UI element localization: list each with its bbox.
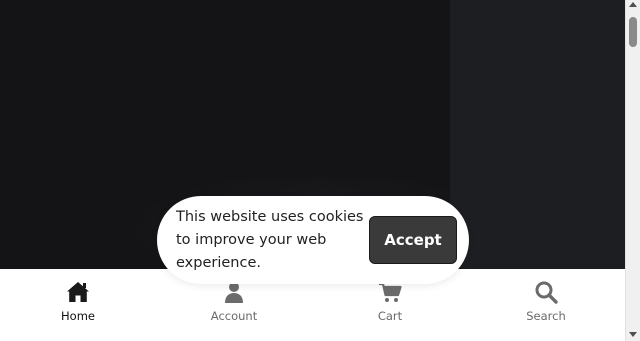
nav-item-search[interactable]: Search [486,279,606,331]
nav-item-home[interactable]: Home [18,279,138,331]
home-icon [67,282,89,302]
vertical-scrollbar[interactable] [625,0,640,341]
scrollbar-thumb[interactable] [629,17,637,47]
nav-label-account: Account [210,309,258,323]
nav-label-search: Search [526,309,566,323]
accept-cookies-button[interactable]: Accept [369,216,457,264]
nav-label-home: Home [61,309,95,323]
scroll-down-arrow-icon[interactable] [629,332,637,337]
scroll-up-arrow-icon[interactable] [629,2,637,7]
nav-label-cart: Cart [377,309,403,323]
cookie-banner: This website uses cookies to improve you… [157,196,469,284]
nav-item-account[interactable]: Account [174,279,294,331]
search-icon [535,281,558,304]
nav-item-cart[interactable]: Cart [330,279,450,331]
cookie-message: This website uses cookies to improve you… [176,209,364,271]
page: Home Account Cart Search This website us… [0,0,640,341]
